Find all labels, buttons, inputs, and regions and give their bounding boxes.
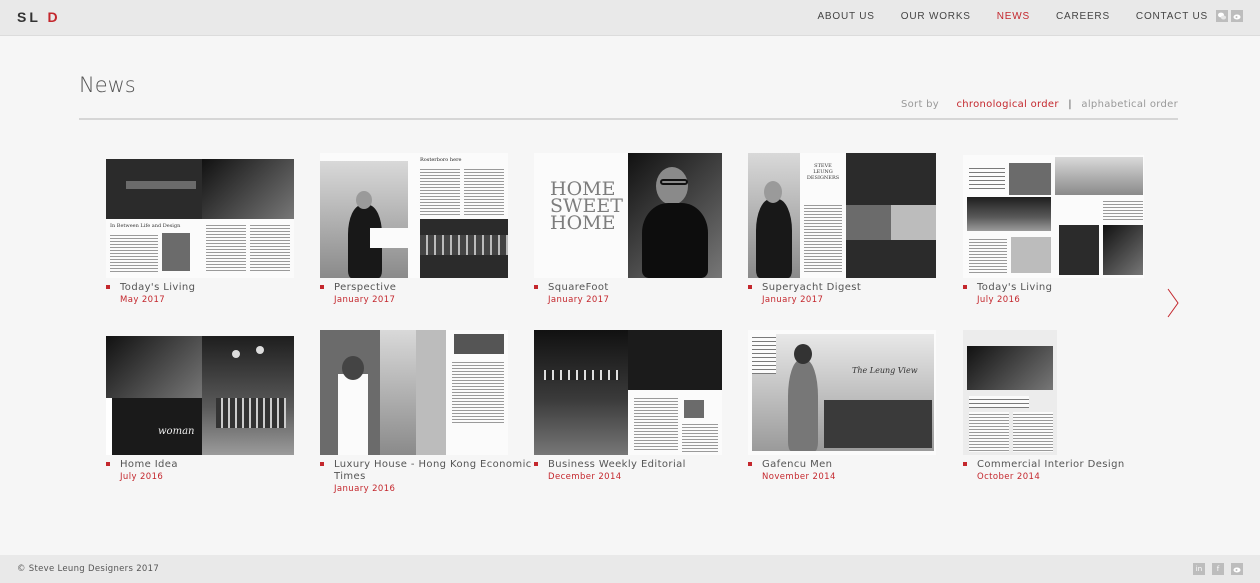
news-title[interactable]: Perspective	[320, 282, 540, 294]
magazine-thumbnail: woman	[106, 336, 294, 455]
news-caption: Commercial Interior Design October 2014	[963, 459, 1183, 482]
news-title[interactable]: Superyacht Digest	[748, 282, 968, 294]
magazine-thumbnail: Rosterboro here	[320, 153, 508, 278]
news-date: January 2017	[334, 295, 396, 305]
weibo-icon[interactable]	[1231, 10, 1243, 22]
news-title[interactable]: Today's Living	[106, 282, 326, 294]
logo[interactable]: SL D	[17, 9, 61, 25]
thumb-heading: Rosterboro here	[420, 157, 462, 163]
news-title[interactable]: Luxury House - Hong Kong Economic Times	[320, 459, 540, 483]
footer-social-icons: in f	[1193, 563, 1243, 575]
sort-controls: Sort by chronological order | alphabetic…	[901, 99, 1178, 110]
thumb-heading: woman	[158, 426, 195, 437]
site-footer: © Steve Leung Designers 2017 in f	[0, 555, 1260, 583]
news-date: July 2016	[120, 472, 164, 482]
next-arrow-icon[interactable]	[1166, 288, 1180, 318]
title-divider	[79, 118, 1178, 120]
main-nav: ABOUT US OUR WORKS NEWS CAREERS CONTACT …	[791, 11, 1208, 22]
sort-chronological[interactable]: chronological order	[957, 99, 1059, 110]
nav-our-works[interactable]: OUR WORKS	[901, 11, 971, 22]
news-title[interactable]: Home Idea	[106, 459, 326, 471]
logo-accent: D	[47, 9, 61, 25]
news-caption: Luxury House - Hong Kong Economic Times …	[320, 459, 540, 494]
news-caption: SquareFoot January 2017	[534, 282, 754, 305]
thumb-heading: In Between Life and Design	[110, 223, 181, 229]
news-date: January 2017	[548, 295, 610, 305]
news-date: July 2016	[977, 295, 1021, 305]
thumb-heading: HOME SWEET HOME	[550, 178, 623, 235]
news-date: December 2014	[548, 472, 622, 482]
nav-careers[interactable]: CAREERS	[1056, 11, 1110, 22]
sort-alphabetical[interactable]: alphabetical order	[1081, 99, 1178, 110]
news-date: January 2017	[762, 295, 824, 305]
magazine-thumbnail	[534, 330, 722, 455]
facebook-icon[interactable]: f	[1212, 563, 1224, 575]
wechat-icon[interactable]	[1216, 10, 1228, 22]
sort-label: Sort by	[900, 99, 940, 110]
news-title[interactable]: SquareFoot	[534, 282, 754, 294]
nav-about-us[interactable]: ABOUT US	[817, 11, 874, 22]
news-title[interactable]: Commercial Interior Design	[963, 459, 1183, 471]
sort-separator: |	[1068, 99, 1072, 110]
nav-contact-us[interactable]: CONTACT US	[1136, 11, 1208, 22]
site-header: SL D ABOUT US OUR WORKS NEWS CAREERS CON…	[0, 0, 1260, 36]
news-date: May 2017	[120, 295, 166, 305]
copyright: © Steve Leung Designers 2017	[17, 564, 160, 574]
magazine-thumbnail	[963, 330, 1057, 455]
news-title[interactable]: Gafencu Men	[748, 459, 968, 471]
weibo-icon[interactable]	[1231, 563, 1243, 575]
news-caption: Home Idea July 2016	[106, 459, 326, 482]
magazine-thumbnail: STEVE LEUNG DESIGNERS	[748, 153, 936, 278]
news-title[interactable]: Today's Living	[963, 282, 1183, 294]
news-caption: Business Weekly Editorial December 2014	[534, 459, 754, 482]
news-caption: Perspective January 2017	[320, 282, 540, 305]
magazine-thumbnail: In Between Life and Design	[106, 159, 294, 278]
news-date: November 2014	[762, 472, 836, 482]
magazine-thumbnail: HOME SWEET HOME	[534, 153, 722, 278]
linkedin-icon[interactable]: in	[1193, 563, 1205, 575]
news-caption: Today's Living July 2016	[963, 282, 1183, 305]
news-caption: Superyacht Digest January 2017	[748, 282, 968, 305]
thumb-heading: STEVE LEUNG DESIGNERS	[806, 163, 840, 181]
news-caption: Gafencu Men November 2014	[748, 459, 968, 482]
nav-news[interactable]: NEWS	[997, 11, 1030, 22]
magazine-thumbnail: The Leung View	[748, 330, 936, 455]
news-date: January 2016	[334, 484, 396, 494]
magazine-thumbnail	[320, 330, 508, 455]
news-date: October 2014	[977, 472, 1041, 482]
logo-letters: SL	[17, 9, 41, 25]
news-title[interactable]: Business Weekly Editorial	[534, 459, 754, 471]
header-social-icons	[1216, 10, 1243, 22]
news-caption: Today's Living May 2017	[106, 282, 326, 305]
page-title: News	[79, 73, 136, 97]
magazine-thumbnail	[963, 155, 1144, 278]
thumb-heading: The Leung View	[852, 366, 918, 375]
